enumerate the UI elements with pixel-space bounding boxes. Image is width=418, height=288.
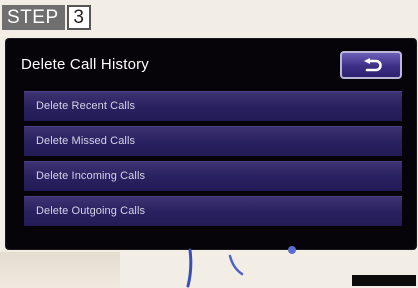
step-number: 3 bbox=[66, 5, 91, 30]
screen-title: Delete Call History bbox=[21, 56, 150, 73]
corner-tag bbox=[352, 275, 416, 286]
delete-missed-calls-button[interactable]: Delete Missed Calls bbox=[24, 126, 402, 156]
list-item-label: Delete Missed Calls bbox=[36, 135, 136, 147]
delete-options-list: Delete Recent Calls Delete Missed Calls … bbox=[24, 91, 402, 231]
back-button[interactable] bbox=[340, 51, 402, 79]
step-label: STEP bbox=[2, 5, 65, 30]
list-item-label: Delete Incoming Calls bbox=[36, 170, 146, 182]
delete-recent-calls-button[interactable]: Delete Recent Calls bbox=[24, 91, 402, 121]
list-item-label: Delete Recent Calls bbox=[36, 100, 136, 112]
decorative-stroke bbox=[186, 246, 296, 288]
page-background-shade bbox=[0, 252, 120, 288]
back-arrow-icon bbox=[364, 58, 382, 72]
list-item-label: Delete Outgoing Calls bbox=[36, 205, 146, 217]
step-indicator: STEP 3 bbox=[2, 5, 91, 30]
delete-incoming-calls-button[interactable]: Delete Incoming Calls bbox=[24, 161, 402, 191]
